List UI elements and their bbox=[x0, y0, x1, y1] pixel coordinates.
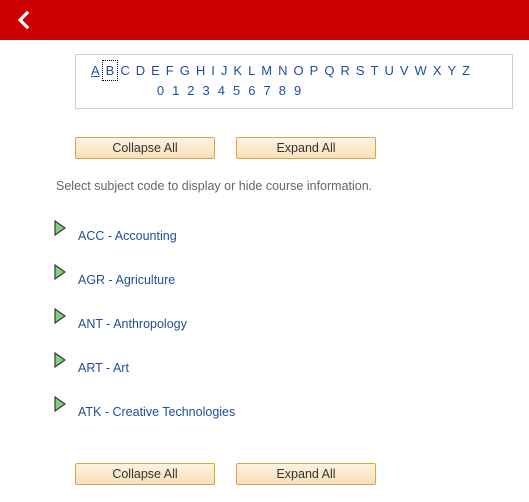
page-content: ABCDEFGHIJKLMNOPQRSTUVWXYZ 0123456789 Co… bbox=[0, 54, 529, 485]
alpha-link-h[interactable]: H bbox=[193, 61, 208, 80]
alpha-link-x[interactable]: X bbox=[430, 61, 445, 80]
alpha-link-q[interactable]: Q bbox=[321, 61, 337, 80]
expand-arrow-icon[interactable] bbox=[53, 264, 67, 280]
alpha-link-3[interactable]: 3 bbox=[199, 81, 214, 101]
alpha-link-s[interactable]: S bbox=[353, 61, 368, 80]
alpha-link-c[interactable]: C bbox=[117, 61, 132, 80]
alpha-link-n[interactable]: N bbox=[275, 61, 290, 80]
alpha-link-2[interactable]: 2 bbox=[183, 81, 198, 101]
alphabet-nav-box: ABCDEFGHIJKLMNOPQRSTUVWXYZ 0123456789 bbox=[75, 54, 513, 109]
list-item: ANT - Anthropology bbox=[0, 303, 529, 347]
expand-all-button-top[interactable]: Expand All bbox=[236, 137, 376, 159]
alpha-link-w[interactable]: W bbox=[412, 61, 430, 80]
alpha-link-g[interactable]: G bbox=[177, 61, 193, 80]
alpha-link-o[interactable]: O bbox=[291, 61, 307, 80]
alpha-link-l[interactable]: L bbox=[245, 61, 258, 80]
alpha-link-b[interactable]: B bbox=[101, 60, 119, 81]
alpha-link-v[interactable]: V bbox=[397, 61, 412, 80]
list-item: AGR - Agriculture bbox=[0, 259, 529, 303]
alpha-link-1[interactable]: 1 bbox=[168, 81, 183, 101]
app-header bbox=[0, 0, 529, 40]
expand-arrow-icon[interactable] bbox=[53, 352, 67, 368]
collapse-all-button-top[interactable]: Collapse All bbox=[75, 137, 215, 159]
alpha-link-9[interactable]: 9 bbox=[290, 81, 305, 101]
alpha-link-a[interactable]: A bbox=[88, 61, 103, 80]
alpha-link-8[interactable]: 8 bbox=[275, 81, 290, 101]
expand-arrow-icon[interactable] bbox=[53, 396, 67, 412]
collapse-all-button-bottom[interactable]: Collapse All bbox=[75, 463, 215, 485]
alpha-link-r[interactable]: R bbox=[337, 61, 352, 80]
alpha-link-0[interactable]: 0 bbox=[153, 81, 168, 101]
alpha-link-j[interactable]: J bbox=[218, 61, 231, 80]
list-item: ART - Art bbox=[0, 347, 529, 391]
alpha-link-4[interactable]: 4 bbox=[214, 81, 229, 101]
expand-all-button-bottom[interactable]: Expand All bbox=[236, 463, 376, 485]
alphabet-letter-row: ABCDEFGHIJKLMNOPQRSTUVWXYZ bbox=[82, 60, 506, 81]
expand-arrow-icon[interactable] bbox=[53, 308, 67, 324]
subject-list: ACC - Accounting AGR - Agriculture ANT -… bbox=[0, 215, 529, 435]
alpha-link-k[interactable]: K bbox=[230, 61, 245, 80]
list-item: ATK - Creative Technologies bbox=[0, 391, 529, 435]
expand-arrow-icon[interactable] bbox=[53, 220, 67, 236]
subject-link-agr[interactable]: AGR - Agriculture bbox=[78, 273, 175, 287]
alpha-link-d[interactable]: D bbox=[133, 61, 148, 80]
alpha-link-m[interactable]: M bbox=[258, 61, 275, 80]
instruction-text: Select subject code to display or hide c… bbox=[56, 179, 373, 193]
subject-link-acc[interactable]: ACC - Accounting bbox=[78, 229, 177, 243]
list-item: ACC - Accounting bbox=[0, 215, 529, 259]
alpha-link-i[interactable]: I bbox=[208, 61, 218, 80]
alpha-link-f[interactable]: F bbox=[163, 61, 177, 80]
alpha-link-7[interactable]: 7 bbox=[259, 81, 274, 101]
alpha-link-6[interactable]: 6 bbox=[244, 81, 259, 101]
alpha-link-p[interactable]: P bbox=[307, 61, 322, 80]
alpha-link-t[interactable]: T bbox=[368, 61, 382, 80]
subject-link-atk[interactable]: ATK - Creative Technologies bbox=[78, 405, 235, 419]
chevron-left-icon bbox=[16, 10, 30, 30]
alpha-link-e[interactable]: E bbox=[148, 61, 163, 80]
alpha-link-z[interactable]: Z bbox=[459, 61, 473, 80]
toolbar-top: Collapse All Expand All bbox=[75, 137, 529, 159]
back-button[interactable] bbox=[10, 7, 36, 33]
alpha-link-u[interactable]: U bbox=[381, 61, 396, 80]
subject-link-ant[interactable]: ANT - Anthropology bbox=[78, 317, 187, 331]
subject-link-art[interactable]: ART - Art bbox=[78, 361, 129, 375]
alpha-link-y[interactable]: Y bbox=[444, 61, 459, 80]
toolbar-bottom: Collapse All Expand All bbox=[75, 463, 529, 485]
alphabet-digit-row: 0123456789 bbox=[82, 81, 506, 101]
alpha-link-5[interactable]: 5 bbox=[229, 81, 244, 101]
